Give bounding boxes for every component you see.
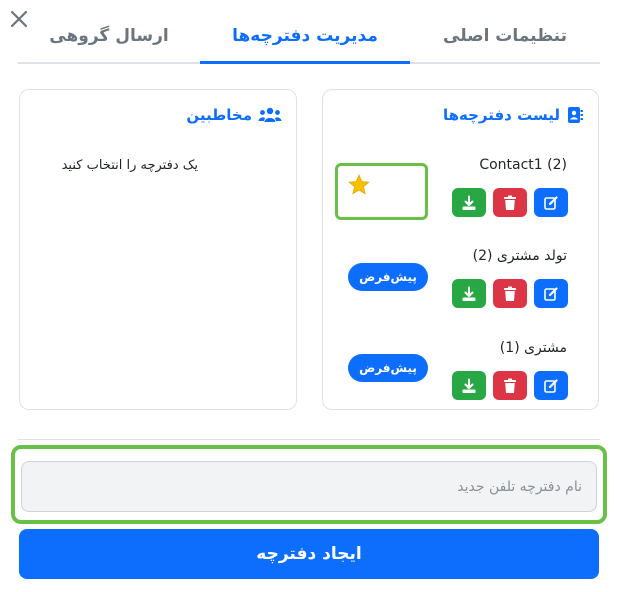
users-icon (258, 107, 282, 122)
section-divider (18, 439, 600, 440)
download-icon (462, 378, 476, 393)
contacts-empty-message: یک دفترچه را انتخاب کنید (61, 158, 198, 173)
delete-phonebook-button[interactable] (493, 279, 527, 308)
tab-bar: تنظیمات اصلی مدیریت دفترچه‌ها ارسال گروه… (18, 18, 600, 64)
edit-phonebook-button[interactable] (534, 188, 568, 217)
download-phonebook-button[interactable] (452, 188, 486, 217)
edit-phonebook-button[interactable] (534, 279, 568, 308)
address-book-icon (568, 107, 583, 123)
tab-main-settings[interactable]: تنظیمات اصلی (410, 18, 600, 62)
edit-icon (544, 378, 558, 393)
delete-phonebook-button[interactable] (493, 188, 527, 217)
download-icon (462, 286, 476, 301)
edit-phonebook-button[interactable] (534, 371, 568, 400)
phonebook-list-card: لیست دفترچه‌ها Contact1 (2) تولد مشتری (… (322, 89, 599, 410)
trash-icon (504, 378, 516, 393)
tab-phonebook-management[interactable]: مدیریت دفترچه‌ها (200, 18, 410, 64)
phonebook-list-header: لیست دفترچه‌ها (443, 106, 584, 124)
phonebook-item-name: Contact1 (2) (479, 157, 567, 173)
contacts-header: مخاطبین (186, 106, 282, 124)
edit-icon (544, 195, 558, 210)
edit-icon (544, 286, 558, 301)
phonebook-list-title: لیست دفترچه‌ها (442, 106, 560, 124)
default-star-indicator[interactable] (335, 163, 428, 220)
phonebook-item-name: مشتری (1) (499, 340, 567, 356)
trash-icon (504, 195, 516, 210)
trash-icon (504, 286, 516, 301)
new-phonebook-name-input[interactable] (21, 461, 597, 512)
star-icon (348, 174, 370, 195)
download-phonebook-button[interactable] (452, 279, 486, 308)
phonebook-item-name: تولد مشتری (2) (472, 248, 567, 264)
delete-phonebook-button[interactable] (493, 371, 527, 400)
download-icon (462, 195, 476, 210)
set-default-button[interactable]: پیش‌فرض (348, 263, 428, 291)
set-default-button[interactable]: پیش‌فرض (348, 354, 428, 382)
contacts-title: مخاطبین (186, 106, 252, 124)
new-phonebook-input-highlight (11, 445, 607, 524)
tab-bulk-send[interactable]: ارسال گروهی (18, 18, 200, 62)
create-phonebook-button[interactable]: ایجاد دفترچه (19, 529, 599, 579)
download-phonebook-button[interactable] (452, 371, 486, 400)
contacts-card: مخاطبین یک دفترچه را انتخاب کنید (19, 89, 297, 410)
